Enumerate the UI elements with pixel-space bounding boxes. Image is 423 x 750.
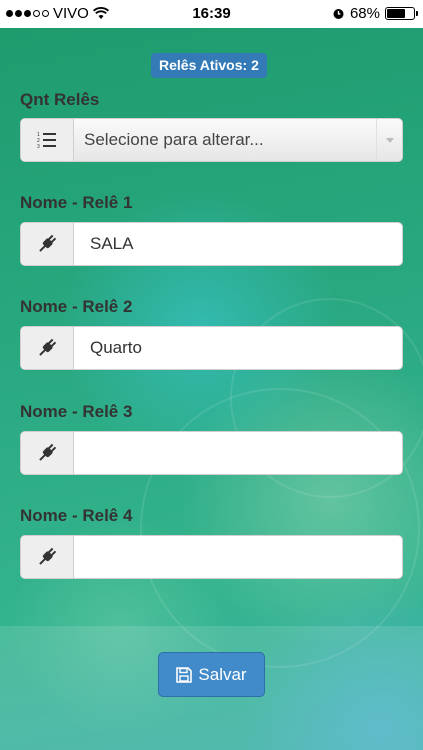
relay-3-addon: [21, 432, 74, 474]
plug-icon: [39, 234, 57, 252]
floppy-icon: [176, 666, 193, 683]
qnt-select[interactable]: 1 2 3 Selecione para alterar...: [20, 118, 403, 162]
relay-4-name-input[interactable]: [74, 536, 402, 578]
relay-3-label: Nome - Relê 3: [20, 402, 133, 421]
plug-icon: [39, 443, 57, 461]
battery-percent: 68%: [349, 5, 380, 22]
relay-1-name-input[interactable]: [74, 223, 402, 265]
active-relays-badge: Relês Ativos: 2: [151, 53, 267, 78]
status-right: 68%: [332, 5, 418, 22]
chevron-down-icon[interactable]: [376, 119, 402, 161]
ordered-list-icon: 1 2 3: [37, 132, 56, 149]
relay-3-group: [20, 431, 403, 475]
qnt-addon: 1 2 3: [21, 119, 74, 161]
relay-2-addon: [21, 327, 74, 369]
relay-4-group: [20, 535, 403, 579]
relay-2-group: [20, 326, 403, 370]
plug-icon: [39, 547, 57, 565]
qnt-label: Qnt Relês: [20, 90, 100, 109]
qnt-select-field[interactable]: Selecione para alterar...: [74, 119, 402, 161]
save-button-label: Salvar: [198, 664, 247, 684]
relay-4-addon: [21, 536, 74, 578]
plug-icon: [39, 338, 57, 356]
svg-text:3: 3: [37, 144, 40, 149]
relay-1-label: Nome - Relê 1: [20, 193, 133, 212]
relay-2-name-input[interactable]: [74, 327, 402, 369]
battery-icon: [385, 7, 418, 20]
alarm-icon: [333, 9, 344, 19]
relay-1-group: [20, 222, 403, 266]
status-bar: VIVO 16:39 68%: [0, 0, 423, 28]
relay-1-addon: [21, 223, 74, 265]
qnt-select-value: Selecione para alterar...: [84, 130, 264, 149]
battery-level: [387, 9, 405, 18]
relay-3-name-input[interactable]: [74, 432, 402, 474]
relay-4-label: Nome - Relê 4: [20, 506, 133, 525]
relay-2-label: Nome - Relê 2: [20, 297, 133, 316]
save-button[interactable]: Salvar: [158, 652, 265, 697]
